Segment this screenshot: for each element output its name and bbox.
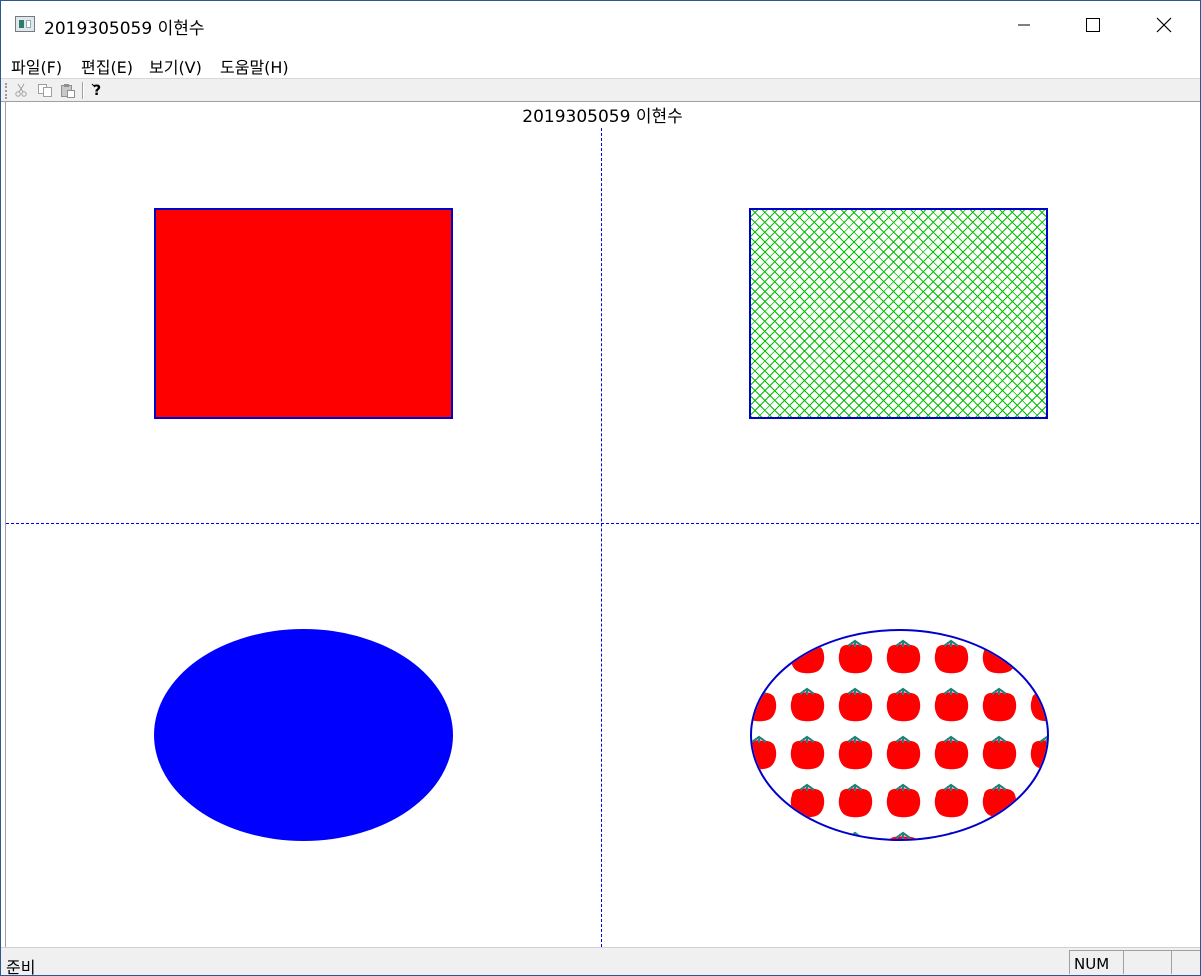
minimize-icon: [1018, 24, 1030, 26]
svg-text:?: ?: [93, 83, 101, 98]
menu-bar: 파일(F) 편집(E) 보기(V) 도움말(H): [1, 49, 1200, 78]
drawing-canvas[interactable]: 2019305059 이현수: [5, 102, 1199, 947]
maximize-button[interactable]: [1070, 1, 1116, 49]
toolbar: ?: [1, 78, 1200, 102]
menu-view[interactable]: 보기(V): [149, 54, 202, 78]
menu-help[interactable]: 도움말(H): [220, 54, 289, 78]
window-title: 2019305059 이현수: [44, 19, 205, 39]
cut-button[interactable]: [11, 81, 31, 99]
cut-icon: [15, 83, 27, 97]
status-bar: 준비 NUM: [1, 947, 1200, 976]
help-button[interactable]: ?: [87, 81, 107, 99]
copy-icon: [38, 84, 52, 97]
app-window: 2019305059 이현수 파일(F) 편집(E) 보기(V) 도움말(H): [0, 0, 1201, 976]
minimize-button[interactable]: [1001, 1, 1047, 49]
help-icon: ?: [91, 83, 101, 98]
resize-grip[interactable]: [1171, 950, 1200, 974]
canvas-heading: 2019305059 이현수: [522, 107, 683, 127]
tomato-pattern-ellipse: [750, 629, 1049, 841]
menu-file[interactable]: 파일(F): [11, 54, 62, 78]
solid-blue-ellipse: [154, 629, 453, 841]
menu-edit[interactable]: 편집(E): [81, 54, 133, 78]
maximize-icon: [1086, 18, 1100, 32]
toolbar-separator: [82, 82, 84, 99]
close-icon: [1156, 17, 1172, 33]
copy-button[interactable]: [35, 81, 55, 99]
num-lock-indicator: NUM: [1069, 950, 1123, 974]
close-button[interactable]: [1141, 1, 1187, 49]
paste-icon: [61, 83, 75, 98]
status-text: 준비: [6, 958, 36, 976]
toolbar-grip[interactable]: [5, 83, 9, 99]
hatched-green-rectangle: [749, 208, 1048, 419]
app-icon[interactable]: [15, 16, 35, 32]
status-pane-empty: [1123, 950, 1171, 974]
title-bar[interactable]: 2019305059 이현수: [1, 1, 1200, 49]
solid-red-rectangle: [154, 208, 453, 419]
paste-button[interactable]: [58, 81, 78, 99]
tomato-pattern: [752, 631, 1047, 839]
horizontal-divider: [6, 523, 1199, 524]
vertical-divider: [601, 128, 602, 947]
